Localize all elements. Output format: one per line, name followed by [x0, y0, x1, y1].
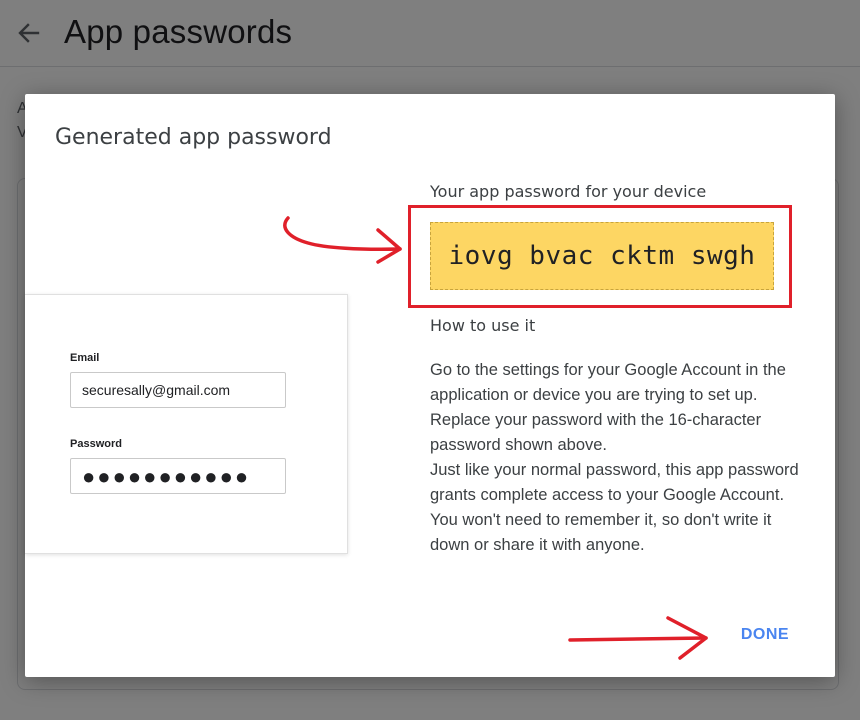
- instructions-paragraph: Go to the settings for your Google Accou…: [430, 361, 786, 454]
- instructions-paragraph: Just like your normal password, this app…: [430, 461, 799, 554]
- generated-password-dialog: Generated app password Email securesally…: [25, 94, 835, 677]
- sign-in-illustration: Email securesally@gmail.com Password ●●●…: [25, 294, 348, 554]
- password-label: Password: [70, 438, 122, 450]
- email-label: Email: [70, 352, 100, 364]
- dialog-title: Generated app password: [55, 125, 332, 150]
- how-to-heading: How to use it: [430, 316, 536, 335]
- instructions: Go to the settings for your Google Accou…: [430, 358, 802, 558]
- email-field-illustration: securesally@gmail.com: [70, 372, 286, 408]
- password-field-illustration: ●●●●●●●●●●●: [70, 458, 286, 494]
- password-heading: Your app password for your device: [430, 182, 707, 201]
- done-button[interactable]: DONE: [725, 620, 805, 650]
- annotation-highlight-box: [408, 205, 792, 308]
